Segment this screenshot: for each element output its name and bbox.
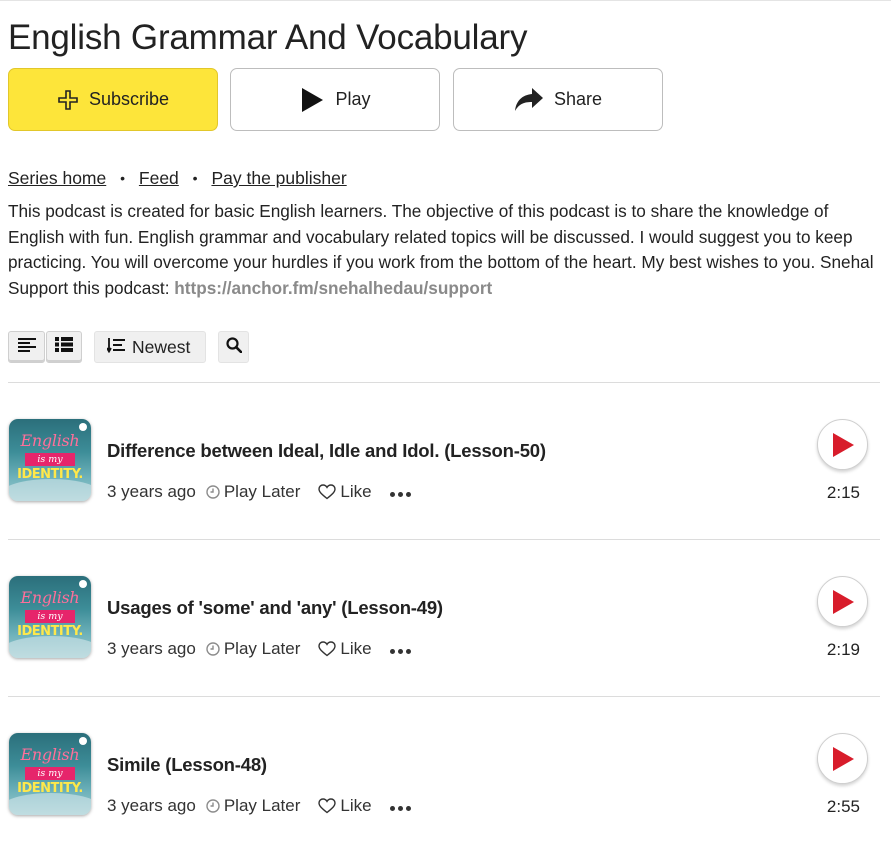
- play-later-button[interactable]: Play Later: [206, 482, 301, 502]
- episode-title[interactable]: Difference between Ideal, Idle and Idol.…: [107, 440, 546, 462]
- episode-meta: 3 years ago Play Later Like: [107, 639, 411, 659]
- play-icon: [299, 87, 325, 113]
- play-later-button[interactable]: Play Later: [206, 796, 301, 816]
- pay-publisher-link[interactable]: Pay the publisher: [211, 168, 346, 188]
- like-button[interactable]: Like: [318, 796, 372, 816]
- play-button[interactable]: Play: [230, 68, 440, 131]
- episode-title[interactable]: Usages of 'some' and 'any' (Lesson-49): [107, 597, 443, 619]
- episode-duration: 2:15: [826, 483, 860, 502]
- divider: [8, 539, 880, 540]
- divider: [8, 382, 880, 383]
- episode-row: English is my IDENTITY. Difference betwe…: [8, 419, 880, 519]
- clock-icon: [206, 799, 220, 813]
- play-label: Play: [335, 89, 371, 109]
- more-dots-icon[interactable]: [389, 645, 411, 654]
- sort-label: Newest: [132, 336, 191, 357]
- episode-duration: 2:19: [826, 640, 860, 659]
- episode-artwork[interactable]: English is my IDENTITY.: [9, 733, 91, 815]
- heart-icon: [318, 484, 337, 500]
- subscribe-button[interactable]: Subscribe: [8, 68, 218, 131]
- detail-view-button[interactable]: [46, 331, 82, 363]
- heart-icon: [318, 798, 337, 814]
- episode-play-button[interactable]: [817, 576, 868, 627]
- share-arrow-icon: [514, 87, 544, 113]
- episode-age: 3 years ago: [107, 639, 196, 658]
- share-label: Share: [553, 89, 603, 109]
- badge-icon: [79, 737, 87, 745]
- like-button[interactable]: Like: [318, 639, 372, 659]
- play-later-label: Play Later: [223, 639, 301, 658]
- episode-artwork[interactable]: English is my IDENTITY.: [9, 576, 91, 658]
- subscribe-label: Subscribe: [88, 89, 170, 109]
- like-label: Like: [340, 482, 372, 501]
- search-button[interactable]: [218, 331, 249, 363]
- like-button[interactable]: Like: [318, 482, 372, 502]
- episode-meta: 3 years ago Play Later Like: [107, 796, 411, 816]
- play-icon: [832, 432, 854, 457]
- episode-play-button[interactable]: [817, 419, 868, 470]
- badge-icon: [79, 580, 87, 588]
- share-button[interactable]: Share: [453, 68, 663, 131]
- sort-icon: [106, 337, 125, 358]
- play-icon: [832, 746, 854, 771]
- play-later-label: Play Later: [223, 796, 301, 815]
- page-title: English Grammar And Vocabulary: [8, 18, 528, 57]
- list-compact-icon: [17, 337, 36, 357]
- more-dots-icon[interactable]: [389, 802, 411, 811]
- episode-duration: 2:55: [826, 797, 860, 816]
- play-icon: [832, 589, 854, 614]
- separator: •: [192, 170, 198, 186]
- more-dots-icon[interactable]: [389, 488, 411, 497]
- support-link[interactable]: https://anchor.fm/snehalhedau/support: [174, 278, 492, 298]
- separator: •: [120, 170, 126, 186]
- like-label: Like: [340, 796, 372, 815]
- episode-meta: 3 years ago Play Later Like: [107, 482, 411, 502]
- top-divider: [0, 0, 891, 1]
- badge-icon: [79, 423, 87, 431]
- episode-play-button[interactable]: [817, 733, 868, 784]
- episode-title[interactable]: Simile (Lesson-48): [107, 754, 267, 776]
- episode-age: 3 years ago: [107, 796, 196, 815]
- like-label: Like: [340, 639, 372, 658]
- sort-button[interactable]: Newest: [94, 331, 206, 363]
- clock-icon: [206, 485, 220, 499]
- plus-icon: [57, 89, 79, 111]
- episode-row: English is my IDENTITY. Usages of 'some'…: [8, 576, 880, 676]
- episode-age: 3 years ago: [107, 482, 196, 501]
- feed-link[interactable]: Feed: [139, 168, 179, 188]
- compact-view-button[interactable]: [8, 331, 45, 363]
- podcast-description: This podcast is created for basic Englis…: [8, 199, 880, 301]
- heart-icon: [318, 641, 337, 657]
- breadcrumb-links: Series home • Feed • Pay the publisher: [8, 168, 347, 189]
- list-detail-icon: [55, 337, 73, 357]
- episode-row: English is my IDENTITY. Simile (Lesson-4…: [8, 733, 880, 833]
- play-later-label: Play Later: [223, 482, 301, 501]
- clock-icon: [206, 642, 220, 656]
- play-later-button[interactable]: Play Later: [206, 639, 301, 659]
- divider: [8, 696, 880, 697]
- search-icon: [225, 336, 242, 358]
- episode-artwork[interactable]: English is my IDENTITY.: [9, 419, 91, 501]
- series-home-link[interactable]: Series home: [8, 168, 106, 188]
